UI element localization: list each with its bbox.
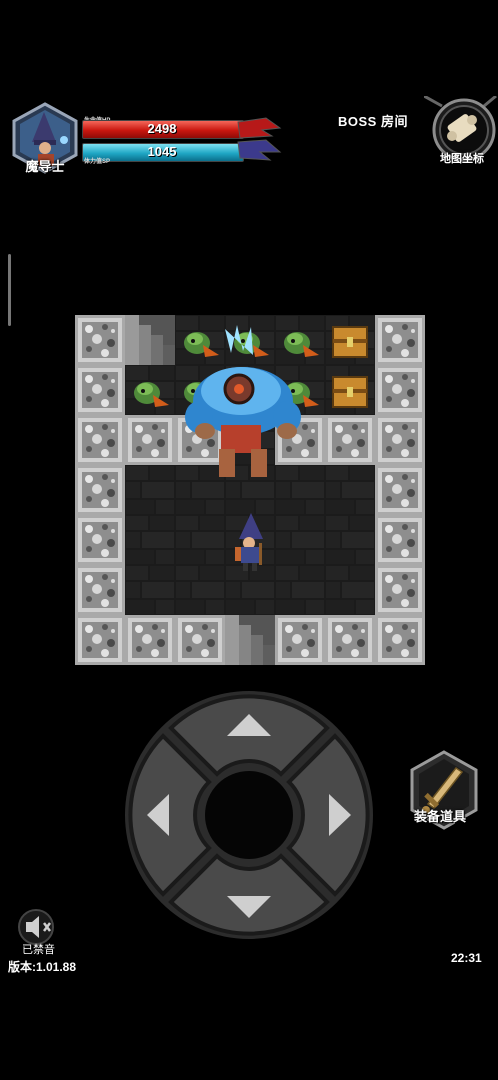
bar-wing-ornament-icon bbox=[237, 117, 282, 161]
dpad bbox=[125, 691, 373, 939]
treasure-chest[interactable] bbox=[324, 364, 376, 416]
dungeon-board[interactable] bbox=[75, 315, 425, 665]
wall-tile bbox=[75, 465, 125, 515]
wall-tile bbox=[175, 615, 225, 665]
side-scrollbar[interactable] bbox=[8, 254, 11, 326]
wall-tile bbox=[375, 315, 425, 365]
map-coordinates-label: 地图坐标 bbox=[440, 153, 484, 165]
wall-tile bbox=[75, 565, 125, 615]
stairs-down-tile[interactable] bbox=[225, 615, 275, 665]
wall-tile bbox=[75, 615, 125, 665]
equipment-label: 装备道具 bbox=[414, 809, 467, 824]
wall-tile bbox=[375, 615, 425, 665]
wall-tile bbox=[375, 565, 425, 615]
hp-value: 2498 bbox=[147, 121, 177, 136]
wall-tile bbox=[75, 415, 125, 465]
mute-toggle-button[interactable] bbox=[16, 907, 60, 945]
wall-tile bbox=[375, 465, 425, 515]
wall-tile bbox=[325, 415, 375, 465]
green-slime-enemy[interactable] bbox=[275, 315, 325, 365]
version-label: 版本:1.01.88 bbox=[8, 960, 77, 974]
mute-status-label: 已禁音 bbox=[22, 944, 55, 956]
treasure-chest[interactable] bbox=[324, 315, 376, 366]
wall-tile bbox=[125, 415, 175, 465]
player-class-name: 魔导士 bbox=[25, 159, 65, 174]
green-slime-enemy[interactable] bbox=[175, 315, 225, 365]
wall-tile bbox=[375, 515, 425, 565]
room-name: BOSS 房间 bbox=[338, 114, 408, 129]
clock-label: 22:31 bbox=[451, 951, 482, 965]
wall-tile bbox=[75, 365, 125, 415]
wall-tile bbox=[325, 615, 375, 665]
stairs-up-tile[interactable] bbox=[125, 315, 175, 365]
wall-tile bbox=[275, 615, 325, 665]
wall-tile bbox=[375, 415, 425, 465]
green-slime-enemy[interactable] bbox=[125, 365, 175, 415]
wall-tile bbox=[75, 515, 125, 565]
wall-tile bbox=[375, 365, 425, 415]
wall-tile bbox=[75, 315, 125, 365]
wall-tile bbox=[125, 615, 175, 665]
sp-label: 体力值SP bbox=[84, 159, 111, 165]
